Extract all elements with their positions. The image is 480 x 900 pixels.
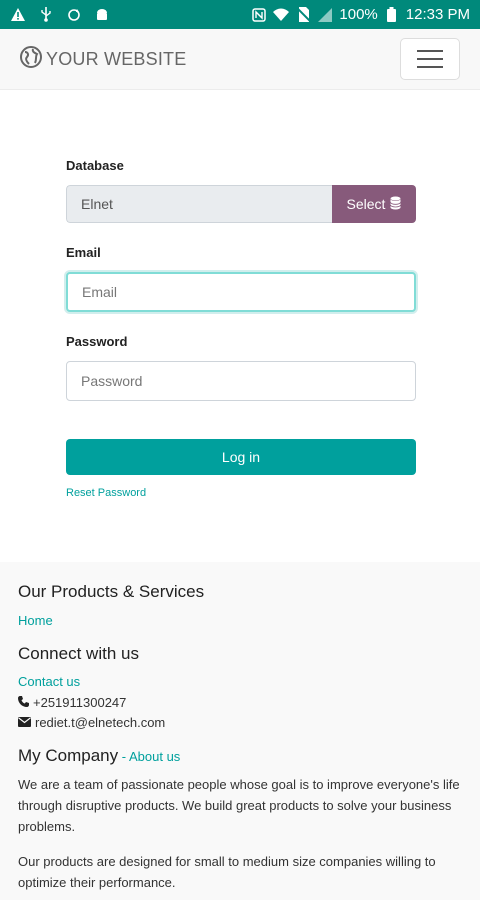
no-sim-icon: [295, 7, 311, 23]
brand-name: YOUR WEBSITE: [46, 48, 187, 69]
globe-icon: [20, 45, 42, 73]
password-input[interactable]: [66, 361, 416, 401]
hamburger-icon-bar: [417, 58, 443, 60]
phone-icon: [18, 695, 29, 710]
database-icon: [390, 196, 402, 213]
contact-link[interactable]: Contact us: [18, 674, 462, 689]
company-heading-row: My Company - About us: [18, 746, 462, 766]
home-link[interactable]: Home: [18, 613, 462, 628]
company-heading: My Company: [18, 746, 119, 765]
warning-icon: [10, 7, 26, 23]
battery-percent: 100%: [339, 6, 378, 23]
battery-icon: [384, 7, 400, 23]
status-left-icons: [10, 7, 110, 23]
email-row: rediet.t@elnetech.com: [18, 715, 462, 730]
brand-link[interactable]: YOUR WEBSITE: [20, 45, 187, 73]
status-bar: 100% 12:33 PM: [0, 0, 480, 29]
nfc-icon: [251, 7, 267, 23]
menu-toggle-button[interactable]: [400, 38, 460, 80]
database-group: Elnet Select: [66, 185, 416, 223]
android-icon: [94, 7, 110, 23]
status-right-icons: 100% 12:33 PM: [251, 6, 470, 23]
status-time: 12:33 PM: [405, 6, 470, 23]
usb-icon: [38, 7, 54, 23]
connect-heading: Connect with us: [18, 644, 139, 663]
database-field: Elnet: [66, 185, 332, 223]
signal-icon: [317, 7, 333, 23]
products-description: Our products are designed for small to m…: [18, 854, 436, 890]
envelope-icon: [18, 715, 31, 730]
contact-email: rediet.t@elnetech.com: [35, 715, 166, 730]
login-form: Database Elnet Select Email Password Log…: [66, 158, 416, 501]
wifi-icon: [273, 7, 290, 23]
select-database-button[interactable]: Select: [332, 185, 416, 223]
heading-separator: -: [118, 749, 129, 764]
hamburger-icon-bar: [417, 50, 443, 52]
sync-icon: [66, 7, 82, 23]
navbar: YOUR WEBSITE: [0, 29, 480, 90]
reset-password-link[interactable]: Reset Password: [66, 487, 146, 499]
email-input[interactable]: [66, 272, 416, 312]
password-label: Password: [66, 334, 128, 349]
about-link[interactable]: About us: [129, 749, 180, 764]
products-heading: Our Products & Services: [18, 582, 205, 601]
footer: Our Products & Services Home Connect wit…: [0, 562, 480, 900]
database-label: Database: [66, 158, 124, 173]
company-description: We are a team of passionate people whose…: [18, 777, 460, 834]
phone-row: +251911300247: [18, 695, 462, 710]
select-button-label: Select: [346, 196, 386, 212]
phone-number: +251911300247: [33, 695, 127, 710]
login-button[interactable]: Log in: [66, 439, 416, 475]
email-label: Email: [66, 245, 101, 260]
hamburger-icon-bar: [417, 66, 443, 68]
